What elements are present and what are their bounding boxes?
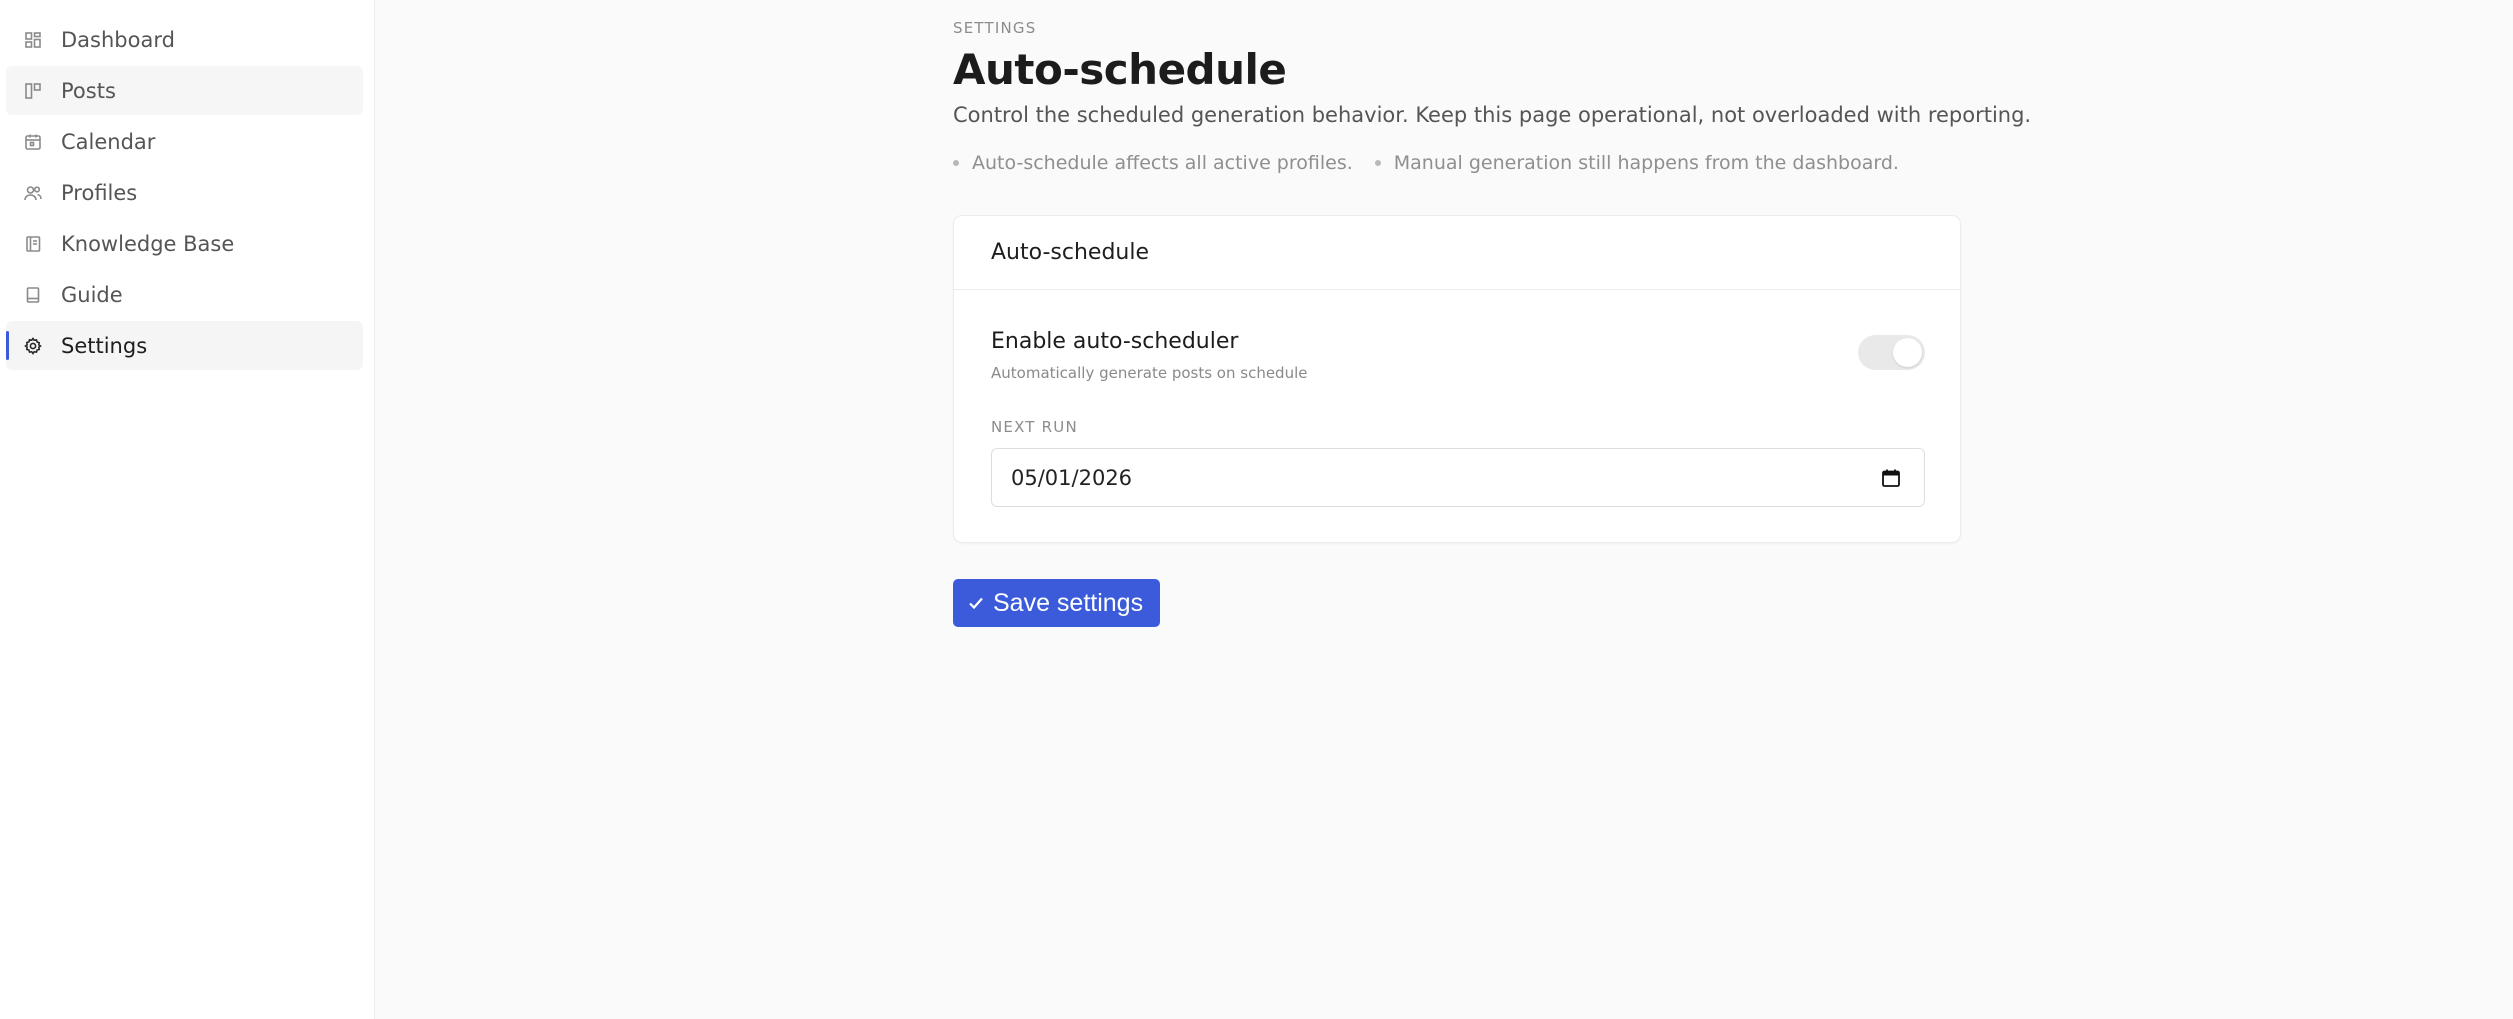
- sidebar-item-settings[interactable]: Settings: [6, 321, 363, 370]
- sidebar-item-label: Calendar: [61, 130, 156, 154]
- info-bullet-text: Manual generation still happens from the…: [1393, 152, 1899, 174]
- page-subtitle: Control the scheduled generation behavio…: [953, 103, 2032, 127]
- sidebar-item-calendar[interactable]: Calendar: [6, 117, 363, 166]
- setting-label: Enable auto-scheduler: [991, 329, 1239, 354]
- toggle-knob: [1893, 338, 1922, 367]
- sidebar-item-guide[interactable]: Guide: [6, 270, 363, 319]
- users-icon: [23, 183, 43, 203]
- sidebar-item-label: Posts: [61, 79, 116, 103]
- auto-schedule-card: Auto-schedule Enable auto-scheduler Auto…: [953, 215, 1961, 543]
- sidebar-item-label: Guide: [61, 283, 123, 307]
- bullet-dot-icon: [953, 160, 959, 166]
- sidebar-item-label: Knowledge Base: [61, 232, 235, 256]
- save-settings-button[interactable]: Save settings: [953, 579, 1160, 627]
- sidebar-item-label: Settings: [61, 334, 148, 358]
- app-root: Dashboard Posts Calendar Profiles Knowle…: [0, 0, 2513, 1019]
- save-settings-label: Save settings: [993, 588, 1144, 617]
- book-icon: [23, 234, 43, 254]
- dashboard-icon: [23, 30, 43, 50]
- date-value: 05/01/2026: [1011, 465, 1133, 490]
- page-title: Auto-schedule: [953, 45, 1287, 94]
- info-bullet: Auto-schedule affects all active profile…: [953, 152, 1353, 174]
- sidebar-item-profiles[interactable]: Profiles: [6, 168, 363, 217]
- auto-scheduler-toggle[interactable]: [1858, 335, 1925, 370]
- check-icon: [967, 594, 985, 612]
- sidebar: Dashboard Posts Calendar Profiles Knowle…: [0, 0, 375, 1019]
- sidebar-item-dashboard[interactable]: Dashboard: [6, 15, 363, 64]
- gear-icon: [23, 336, 43, 356]
- setting-description: Automatically generate posts on schedule: [991, 364, 1308, 382]
- calendar-icon: [23, 132, 43, 152]
- bullet-dot-icon: [1374, 160, 1381, 166]
- sidebar-item-knowledge-base[interactable]: Knowledge Base: [6, 219, 363, 268]
- next-run-label: NEXT RUN: [991, 418, 1078, 436]
- info-bullet: Manual generation still happens from the…: [1374, 152, 1899, 174]
- enable-auto-scheduler-row: Enable auto-scheduler Automatically gene…: [991, 329, 1925, 389]
- sidebar-nav: Dashboard Posts Calendar Profiles Knowle…: [6, 15, 363, 372]
- sidebar-item-label: Profiles: [61, 181, 138, 205]
- card-header: Auto-schedule: [954, 216, 1960, 290]
- card-title: Auto-schedule: [991, 240, 1150, 265]
- info-bullets: Auto-schedule affects all active profile…: [953, 152, 1899, 174]
- sidebar-item-label: Dashboard: [61, 28, 175, 52]
- info-bullet-text: Auto-schedule affects all active profile…: [972, 152, 1353, 174]
- next-run-date-input[interactable]: 05/01/2026: [991, 448, 1925, 507]
- calendar-picker-icon[interactable]: [1880, 467, 1902, 489]
- sidebar-item-posts[interactable]: Posts: [6, 66, 363, 115]
- breadcrumb: SETTINGS: [953, 19, 1037, 37]
- posts-icon: [23, 81, 43, 101]
- guide-icon: [23, 285, 43, 305]
